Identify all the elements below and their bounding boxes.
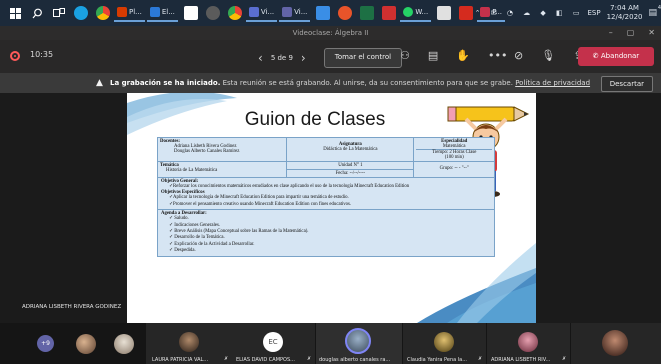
more-options-icon[interactable]: •••: [488, 49, 507, 62]
participant-gallery: +9 LAURA PATRICIA VAL... ✗ EC ELIAS DAVI…: [0, 323, 661, 364]
app-icon[interactable]: [316, 6, 331, 20]
windows-start-icon[interactable]: [8, 6, 22, 20]
participant-tile[interactable]: EC ELIAS DAVID CAMPOS... ✗: [232, 323, 315, 364]
list-item: ✓ Despedida.: [169, 248, 196, 254]
whatsapp-icon: [403, 7, 414, 17]
taskbar-app-video[interactable]: Vi...: [245, 4, 278, 22]
avatar: EC: [263, 332, 283, 352]
taskbar-app-edge[interactable]: El...: [146, 4, 178, 22]
participant-name: ELIAS DAVID CAMPOS...: [236, 357, 295, 363]
tray-icons[interactable]: ⌃ ✉ ◔ ☁ ◆ ◧ ▭: [475, 9, 584, 17]
camera-off-icon[interactable]: ⊘: [514, 49, 523, 62]
recording-icon: [10, 51, 20, 61]
app-icon[interactable]: [338, 6, 353, 20]
system-tray: ⌃ ✉ ◔ ☁ ◆ ◧ ▭ ESP 7:04 AM 12/4/2020 ▤ 4: [475, 0, 661, 26]
recording-banner: ▲ La grabación se ha iniciado. Esta reun…: [0, 73, 661, 93]
slide-navigation: ‹ 5 de 9 › Tomar el control: [250, 48, 403, 68]
table-row: Docentes: Adriana Lisbeth Rivera Godinez…: [157, 137, 495, 162]
take-control-button[interactable]: Tomar el control: [323, 48, 403, 68]
objectives-section: Objetivo General: ✓Reforzar los conocimi…: [157, 178, 495, 211]
dismiss-button[interactable]: Descartar: [600, 76, 653, 92]
app-icon: [248, 7, 259, 17]
recording-message: La grabación se ha iniciado. Esta reunió…: [110, 79, 591, 87]
taskbar-app-whatsapp[interactable]: W...: [400, 4, 432, 22]
self-view-tile[interactable]: [571, 323, 661, 364]
chrome-icon[interactable]: [96, 6, 110, 20]
window-title: Videoclase: Álgebra II: [292, 29, 369, 37]
app-icon: [117, 7, 127, 17]
task-view-icon[interactable]: [52, 6, 66, 20]
chrome-icon[interactable]: [227, 6, 242, 20]
mic-off-icon: ✗: [562, 356, 567, 362]
slide-counter: 5 de 9: [270, 54, 293, 62]
avatar[interactable]: [114, 334, 134, 354]
participant-name: LAURA PATRICIA VAL...: [152, 357, 209, 363]
more-participants-button[interactable]: +9: [37, 335, 54, 352]
notification-icon[interactable]: ▤ 4: [648, 5, 661, 18]
app-icon[interactable]: [382, 6, 397, 20]
table-row: Temática Historia de La Matemática Unida…: [157, 162, 495, 178]
privacy-policy-link[interactable]: Política de privacidad: [515, 79, 590, 87]
meeting-controls: 10:35 ‹ 5 de 9 › Tomar el control ⚇ ▤ ✋ …: [0, 40, 661, 73]
language-indicator[interactable]: ESP: [587, 9, 600, 17]
app-icon: [149, 7, 160, 17]
next-slide-button[interactable]: ›: [301, 51, 306, 65]
lesson-plan-table: Docentes: Adriana Lisbeth Rivera Godinez…: [157, 137, 495, 257]
avatar: [345, 328, 371, 354]
meeting-timer: 10:35: [30, 50, 54, 59]
participant-name: Claudia Yanira Pena la...: [407, 357, 467, 363]
close-icon[interactable]: ✕: [648, 26, 655, 40]
window-titlebar: Videoclase: Álgebra II – ▢ ✕: [0, 26, 661, 40]
phone-icon: ✆: [592, 52, 601, 60]
avatar: [602, 330, 628, 356]
avatar: [518, 332, 538, 352]
participant-tile[interactable]: douglas alberto canales ra...: [316, 323, 402, 364]
shared-content-stage: Guion de Clases Docentes: Adriana Lisbet…: [0, 93, 661, 323]
clock[interactable]: 7:04 AM 12/4/2020: [607, 4, 643, 22]
participant-tile[interactable]: ADRIANA LISBETH RIV... ✗: [487, 323, 570, 364]
taskbar-app-powerpoint[interactable]: Pl...: [114, 4, 145, 22]
participant-tile[interactable]: LAURA PATRICIA VAL... ✗: [146, 323, 232, 364]
chat-icon[interactable]: ▤: [428, 49, 438, 62]
app-icon[interactable]: [205, 6, 220, 20]
store-icon[interactable]: [437, 6, 452, 20]
participant-tile[interactable]: Claudia Yanira Pena la... ✗: [403, 323, 486, 364]
search-icon[interactable]: [30, 6, 44, 20]
maximize-icon[interactable]: ▢: [627, 26, 635, 40]
presenter-name: ADRIANA LISBETH RIVERA GODINEZ: [22, 304, 122, 310]
shared-slide: Guion de Clases Docentes: Adriana Lisbet…: [127, 93, 536, 323]
participant-name: ADRIANA LISBETH RIV...: [491, 357, 551, 363]
participant-name: douglas alberto canales ra...: [319, 357, 391, 363]
hang-up-button[interactable]: ✆ Abandonar: [578, 47, 654, 66]
app-icon[interactable]: [74, 6, 88, 20]
minimize-icon[interactable]: –: [609, 26, 613, 40]
people-icon[interactable]: ⚇: [400, 49, 410, 62]
windows-taskbar: Pl... El... Vi... Vi... W... P... ⌃ ✉ ◔ …: [0, 0, 661, 26]
mic-off-icon: ✗: [307, 356, 312, 362]
warning-icon: ▲: [96, 78, 103, 88]
avatar[interactable]: [76, 334, 96, 354]
mic-off-icon: ✗: [478, 356, 483, 362]
mic-off-icon[interactable]: 🎙: [541, 49, 555, 62]
teams-icon: [282, 7, 293, 17]
agenda-section: Agenda a Desarrollar: ✓ Saludo. ✓ Indica…: [157, 210, 495, 257]
taskbar-app-teams[interactable]: Vi...: [279, 4, 311, 22]
app-icon[interactable]: [459, 6, 474, 20]
mic-off-icon: ✗: [224, 356, 229, 362]
previous-slide-button[interactable]: ‹: [258, 51, 263, 65]
avatar: [179, 332, 199, 352]
avatar: [434, 332, 454, 352]
excel-icon[interactable]: [360, 6, 375, 20]
file-icon[interactable]: [183, 6, 198, 20]
raise-hand-icon[interactable]: ✋: [456, 49, 470, 62]
